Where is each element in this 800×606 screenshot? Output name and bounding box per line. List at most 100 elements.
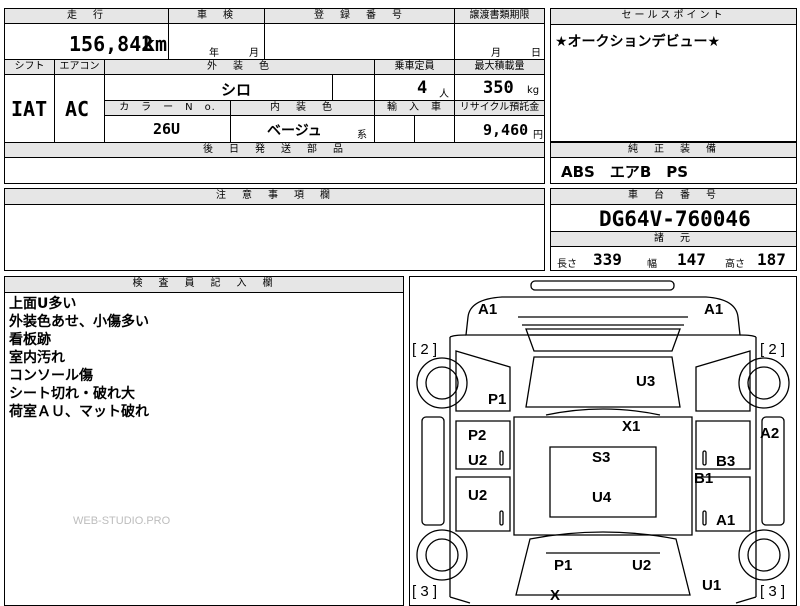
damage-label-u2: U2	[468, 487, 488, 504]
equipment-text: ABS エアB PS	[561, 163, 689, 181]
capacity-header: 乗車定員	[375, 60, 455, 75]
damage-label-u2: U2	[468, 452, 488, 469]
note-line: 看板跡	[9, 332, 51, 348]
import-cell-b	[415, 116, 455, 143]
color-no-value: 26U	[153, 120, 181, 138]
recycle-value: 9,460	[483, 121, 529, 139]
transfer-deadline-cell: 月 日	[455, 24, 545, 60]
capacity-unit: 人	[439, 89, 449, 100]
later-parts-header: 後 日 発 送 部 品	[5, 143, 545, 158]
shift-cell: IAT	[5, 75, 55, 143]
inspection-year-unit: 年	[209, 48, 219, 59]
bracket-left-top: [ 2 ]	[412, 341, 438, 358]
damage-label-s3: S3	[592, 449, 611, 466]
damage-label-u4: U4	[592, 489, 612, 506]
vehicle-info-table: 走 行 車 検 登 録 番 号 譲渡書類期限 156,842 km 年 月 月 …	[4, 8, 545, 184]
inspector-box: 検 査 員 記 入 欄 上面U多い 外装色あせ、小傷多い 看板跡 室内汚れ コン…	[4, 276, 404, 606]
recycle-unit: 円	[533, 130, 543, 141]
damage-label-u3: U3	[636, 373, 656, 390]
sales-point-box: セールスポイント ★オークションデビュー★	[550, 8, 797, 142]
aircon-cell: AC	[55, 75, 105, 143]
damage-label-a1: A1	[716, 512, 736, 529]
chassis-box: 車 台 番 号 DG64V-760046 諸 元 長さ 339 幅 147 高さ…	[550, 188, 797, 271]
sales-point-text: ★オークションデビュー★	[555, 34, 721, 50]
width-label: 幅	[647, 259, 657, 270]
mileage-header: 走 行	[5, 9, 169, 24]
note-line: 荷室ＡＵ、マット破れ	[9, 404, 149, 420]
width-value: 147	[677, 250, 706, 269]
mileage-unit: km	[143, 32, 168, 56]
max-load-unit: kg	[527, 85, 540, 96]
inspector-notes: 上面U多い 外装色あせ、小傷多い 看板跡 室内汚れ コンソール傷 シート切れ・破…	[9, 295, 149, 421]
inspection-cell: 年 月	[169, 24, 265, 60]
caution-box: 注 意 事 項 欄	[4, 188, 545, 271]
equipment-header: 純 正 装 備	[551, 143, 796, 158]
registration-cell	[265, 24, 455, 60]
interior-color-header: 内 装 色	[231, 101, 375, 116]
damage-label-u1: U1	[702, 577, 722, 594]
recycle-header: リサイクル預託金	[455, 101, 545, 116]
recycle-cell: 9,460 円	[455, 116, 545, 143]
damage-label-b1: B1	[694, 470, 714, 487]
length-label: 長さ	[557, 259, 577, 270]
damage-label-x: X	[550, 587, 561, 604]
import-cell-a	[375, 116, 415, 143]
damage-label-u2: U2	[632, 557, 652, 574]
shift-header: シフト	[5, 60, 55, 75]
shift-value: IAT	[11, 97, 48, 121]
import-header: 輸 入 車	[375, 101, 455, 116]
chassis-number: DG64V-760046	[599, 207, 751, 231]
chassis-header: 車 台 番 号	[551, 189, 796, 205]
interior-color-value: ベージュ	[267, 123, 322, 139]
exterior-color-extra-cell	[333, 75, 375, 101]
damage-label-a2: A2	[760, 425, 780, 442]
caution-header: 注 意 事 項 欄	[5, 189, 544, 205]
damage-label-x1: X1	[622, 418, 641, 435]
inspection-month-unit: 月	[249, 48, 259, 59]
mileage-value: 156,842	[69, 32, 154, 56]
bracket-left-bottom: [ 3 ]	[412, 583, 438, 600]
watermark: WEB-STUDIO.PRO	[73, 515, 171, 527]
length-value: 339	[593, 250, 622, 269]
bracket-right-bottom: [ 3 ]	[760, 583, 786, 600]
mileage-cell: 156,842 km	[5, 24, 169, 60]
note-line: 外装色あせ、小傷多い	[9, 314, 149, 330]
damage-label-b3: B3	[716, 453, 736, 470]
damage-label-a1: A1	[478, 301, 498, 318]
specs-header: 諸 元	[551, 231, 796, 247]
exterior-color-cell: シロ	[105, 75, 333, 101]
height-value: 187	[757, 250, 786, 269]
height-label: 高さ	[725, 259, 745, 270]
equipment-box: 純 正 装 備 ABS エアB PS	[550, 142, 797, 184]
transfer-deadline-header: 譲渡書類期限	[455, 9, 545, 24]
bracket-right-top: [ 2 ]	[760, 341, 786, 358]
exterior-color-header: 外 装 色	[105, 60, 375, 75]
aircon-header: エアコン	[55, 60, 105, 75]
inspection-header: 車 検	[169, 9, 265, 24]
color-no-cell: 26U	[105, 116, 231, 143]
sales-point-header: セールスポイント	[551, 9, 796, 25]
later-parts-cell	[5, 158, 545, 184]
interior-color-suffix: 系	[357, 130, 367, 141]
capacity-value: 4	[417, 78, 428, 98]
transfer-day-unit: 日	[531, 48, 541, 59]
note-line: コンソール傷	[9, 368, 93, 384]
capacity-cell: 4 人	[375, 75, 455, 101]
damage-label-p1: P1	[488, 391, 507, 408]
damage-label-a1: A1	[704, 301, 724, 318]
max-load-cell: 350 kg	[455, 75, 545, 101]
interior-color-cell: ベージュ 系	[231, 116, 375, 143]
car-diagram-box: [ 2 ] [ 2 ] [ 3 ] [ 3 ] A1 A1 P1 U3 X1 P…	[409, 276, 797, 606]
aircon-value: AC	[65, 97, 90, 121]
note-line: シート切れ・破れ大	[9, 386, 135, 402]
note-line: 上面U多い	[9, 296, 77, 312]
registration-header: 登 録 番 号	[265, 9, 455, 24]
max-load-value: 350	[483, 78, 514, 98]
note-line: 室内汚れ	[9, 350, 65, 366]
damage-label-p1: P1	[554, 557, 573, 574]
inspector-header: 検 査 員 記 入 欄	[5, 277, 403, 293]
color-no-header: カ ラ ー N o.	[105, 101, 231, 116]
exterior-color-value: シロ	[221, 81, 252, 99]
transfer-month-unit: 月	[491, 48, 501, 59]
max-load-header: 最大積載量	[455, 60, 545, 75]
